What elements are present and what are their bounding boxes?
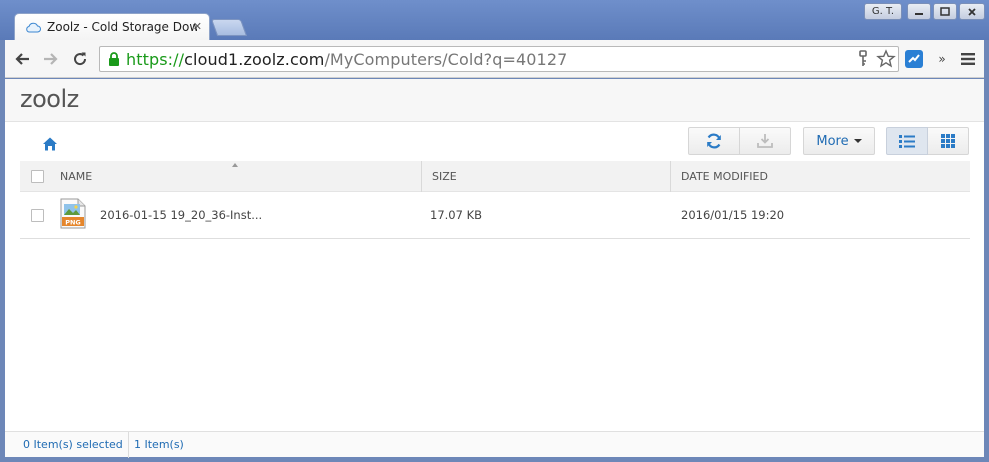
png-file-icon: PNG <box>60 198 86 229</box>
hamburger-icon <box>961 53 975 65</box>
select-all-checkbox[interactable] <box>31 170 44 183</box>
caret-down-icon <box>853 139 862 143</box>
table-header: NAME SIZE DATE MODIFIED <box>20 161 970 192</box>
column-divider[interactable] <box>670 161 671 192</box>
file-size: 17.07 KB <box>430 208 483 222</box>
grid-view-icon <box>941 134 955 148</box>
bookmark-star-icon[interactable] <box>876 49 896 69</box>
item-count: 1 Item(s) <box>134 438 184 451</box>
more-label: More <box>816 133 849 149</box>
download-icon <box>757 134 773 148</box>
file-type-label: PNG <box>65 218 81 226</box>
minimize-icon <box>915 12 923 15</box>
forward-button[interactable] <box>41 49 61 69</box>
new-tab-button[interactable] <box>210 19 248 36</box>
column-header-date-modified[interactable]: DATE MODIFIED <box>681 161 768 192</box>
file-table: NAME SIZE DATE MODIFIED PNG 2016-01-15 1… <box>20 161 970 239</box>
more-dropdown-button[interactable]: More <box>803 127 875 155</box>
reload-button[interactable] <box>70 49 90 69</box>
address-bar[interactable]: https://cloud1.zoolz.com/MyComputers/Col… <box>99 46 899 72</box>
column-header-name[interactable]: NAME <box>60 161 92 192</box>
web-page: zoolz More NAME SIZE DATE MODIFIED PNG 2… <box>5 79 984 458</box>
chevron-double-right-icon: » <box>938 52 946 66</box>
url-path: /MyComputers/Cold?q=40127 <box>324 49 568 69</box>
key-icon[interactable] <box>854 49 872 69</box>
forward-arrow-icon <box>44 53 58 65</box>
file-name[interactable]: 2016-01-15 19_20_36-Inst... <box>100 192 262 239</box>
zoolz-logo[interactable]: zoolz <box>20 85 79 113</box>
column-header-size[interactable]: SIZE <box>432 161 457 192</box>
tab-close-icon[interactable]: ✕ <box>193 21 202 32</box>
browser-tab[interactable]: Zoolz - Cold Storage Dow ✕ <box>14 13 210 40</box>
minimize-button[interactable] <box>907 3 931 20</box>
browser-menu-button[interactable] <box>957 48 979 70</box>
browser-toolbar: https://cloud1.zoolz.com/MyComputers/Col… <box>5 40 984 78</box>
selected-count: 0 Item(s) selected <box>23 438 123 451</box>
extension-chart-icon <box>905 50 923 68</box>
file-date-modified: 2016/01/15 19:20 <box>681 208 785 222</box>
status-divider <box>128 432 129 458</box>
grid-view-button[interactable] <box>928 127 969 155</box>
home-icon[interactable] <box>42 136 58 152</box>
tab-title: Zoolz - Cold Storage Dow <box>47 20 197 34</box>
url-host: cloud1.zoolz.com <box>184 49 325 69</box>
close-icon <box>968 7 976 16</box>
status-bar: 0 Item(s) selected 1 Item(s) <box>5 431 984 458</box>
browser-titlebar: Zoolz - Cold Storage Dow ✕ G. T. <box>0 0 989 40</box>
list-view-button[interactable] <box>886 127 928 155</box>
maximize-button[interactable] <box>933 3 957 20</box>
maximize-icon <box>940 7 950 16</box>
action-bar: More <box>5 123 984 161</box>
refresh-button[interactable] <box>688 127 740 155</box>
url-scheme: https:// <box>126 49 185 69</box>
app-header: zoolz <box>5 79 984 122</box>
extension-button[interactable] <box>903 48 925 70</box>
download-button[interactable] <box>740 127 791 155</box>
cloud-icon <box>26 22 41 32</box>
back-button[interactable] <box>12 49 32 69</box>
url-text: https://cloud1.zoolz.com/MyComputers/Col… <box>126 50 567 69</box>
table-row[interactable]: PNG 2016-01-15 19_20_36-Inst... 17.07 KB… <box>20 192 970 239</box>
column-divider[interactable] <box>421 161 422 192</box>
back-arrow-icon <box>15 53 29 65</box>
more-extensions-button[interactable]: » <box>931 48 953 70</box>
sort-ascending-icon <box>232 163 238 167</box>
profile-badge[interactable]: G. T. <box>864 3 902 20</box>
lock-icon <box>109 52 119 66</box>
list-view-icon <box>899 134 915 148</box>
row-checkbox[interactable] <box>31 209 44 222</box>
refresh-icon <box>707 133 721 149</box>
reload-icon <box>74 52 87 66</box>
close-window-button[interactable] <box>959 3 985 20</box>
